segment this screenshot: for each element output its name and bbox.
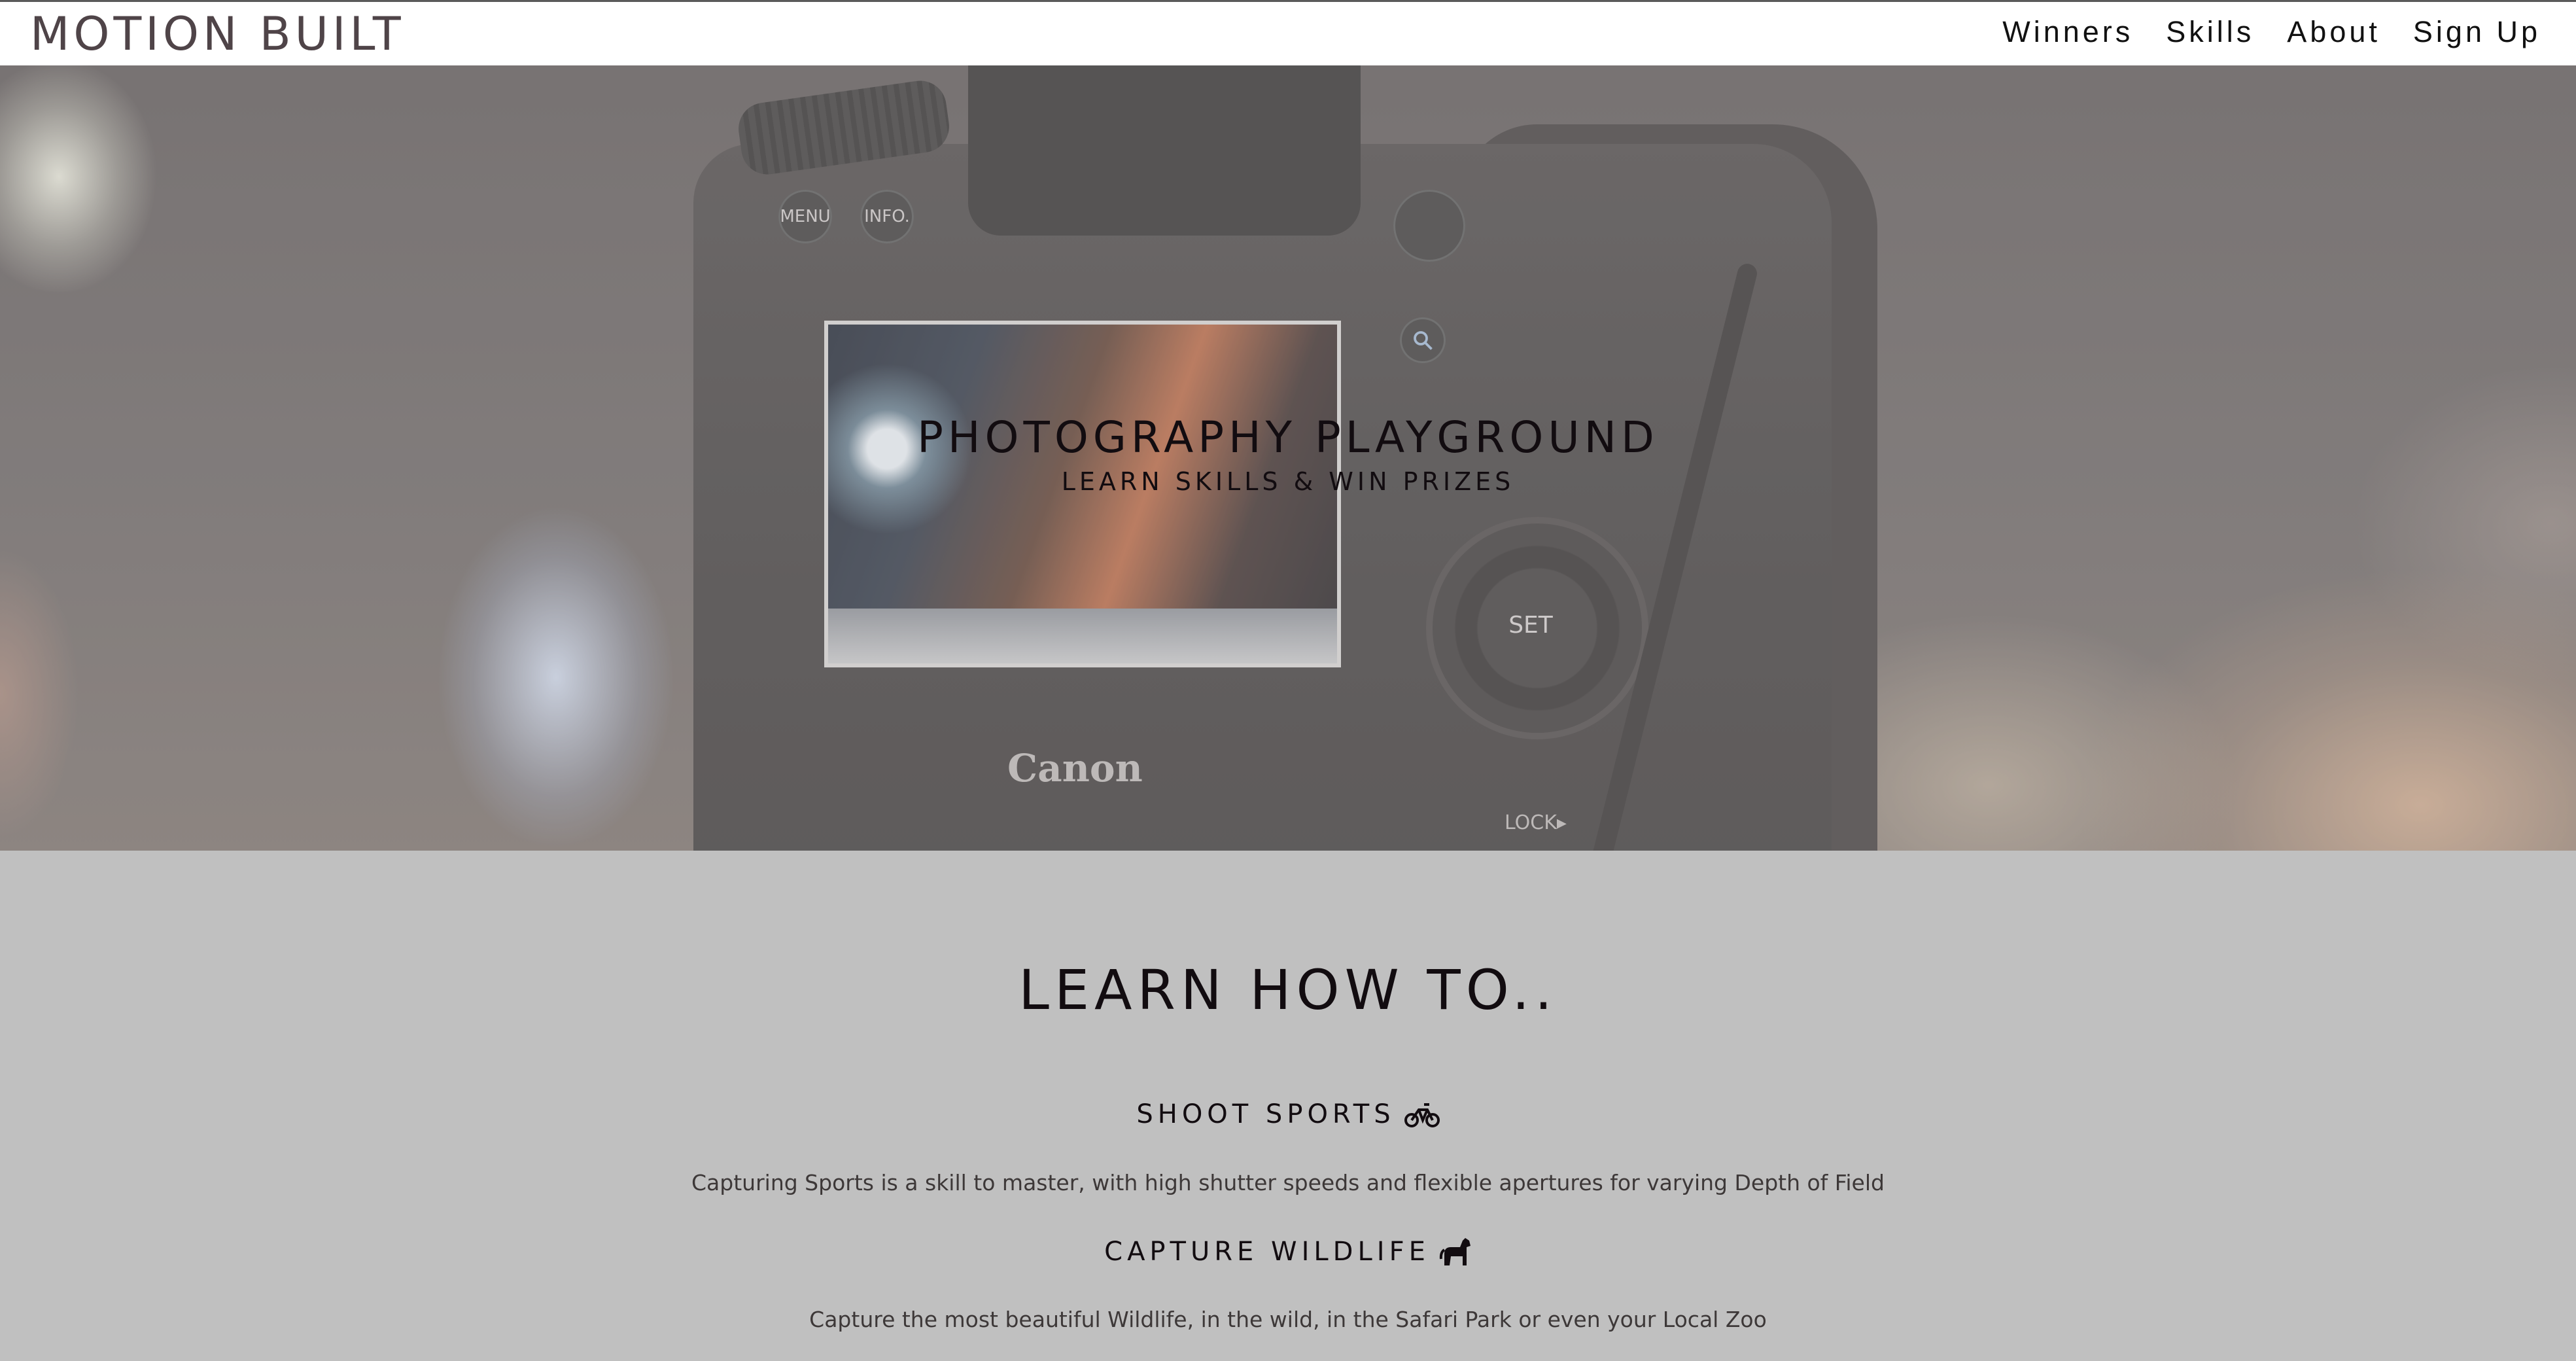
nav-link-skills[interactable]: Skills <box>2166 15 2254 49</box>
skill-heading-sports: SHOOT SPORTS <box>0 1099 2576 1129</box>
hero-banner: MENU INFO. SET Canon LOCK▸ PHOTOGRAPHY P… <box>0 65 2576 851</box>
nav-link-sign-up[interactable]: Sign Up <box>2413 15 2541 49</box>
hero-subtitle: LEARN SKILLS & WIN PRIZES <box>1061 467 1515 496</box>
brand-logo-link[interactable]: MOTION BUILT <box>30 7 405 61</box>
nav-link-winners[interactable]: Winners <box>2002 15 2133 49</box>
skill-heading-wildlife: CAPTURE WILDLIFE <box>0 1237 2576 1267</box>
navbar: MOTION BUILT Winners Skills About Sign U… <box>0 2 2576 65</box>
skill-description-sports: Capturing Sports is a skill to master, w… <box>691 1170 1885 1195</box>
skills-section-title: LEARN HOW TO.. <box>1018 958 1558 1022</box>
nav-links: Winners Skills About Sign Up <box>1970 15 2541 49</box>
nav-link-about[interactable]: About <box>2287 15 2380 49</box>
horse-icon <box>1439 1237 1472 1267</box>
skill-heading-text: SHOOT SPORTS <box>1136 1099 1395 1129</box>
skill-heading-text: CAPTURE WILDLIFE <box>1104 1237 1430 1267</box>
skill-description-wildlife: Capture the most beautiful Wildlife, in … <box>809 1307 1767 1332</box>
skills-section: LEARN HOW TO.. SHOOT SPORTS Capturing Sp… <box>0 851 2576 1361</box>
hero-title: PHOTOGRAPHY PLAYGROUND <box>917 412 1659 463</box>
bicycle-icon <box>1404 1101 1440 1128</box>
